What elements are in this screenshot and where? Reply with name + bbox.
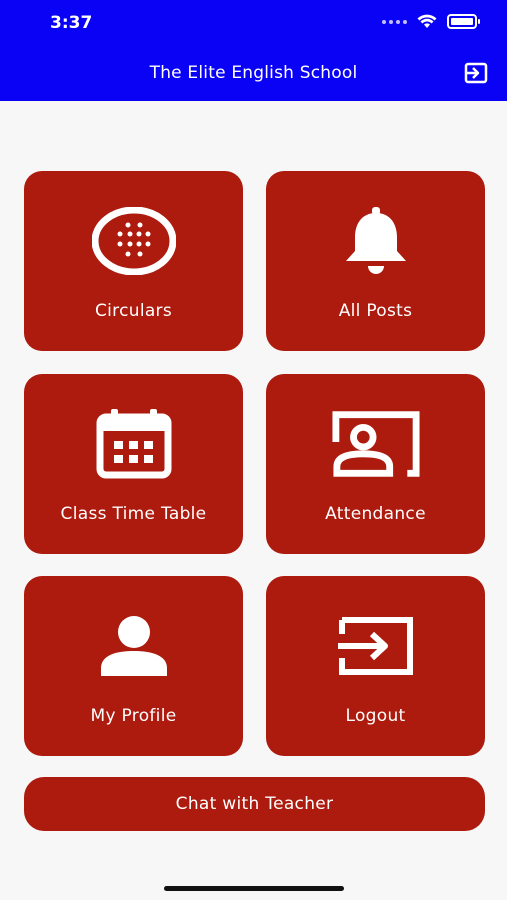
tile-all-posts[interactable]: All Posts: [266, 171, 485, 351]
attendance-board-icon: [331, 408, 421, 480]
logout-icon[interactable]: [463, 61, 489, 85]
tile-my-profile[interactable]: My Profile: [24, 576, 243, 756]
tile-label: Circulars: [94, 301, 173, 321]
wifi-icon: [417, 14, 437, 28]
tile-attendance[interactable]: Attendance: [266, 374, 485, 554]
bell-icon: [331, 205, 421, 277]
app-header: 3:37 The Elite English School: [0, 0, 507, 101]
logout-icon: [331, 610, 421, 682]
person-icon: [89, 610, 179, 682]
chat-with-teacher-button[interactable]: Chat with Teacher: [24, 777, 485, 831]
circular-dots-icon: [89, 205, 179, 277]
tile-class-time-table[interactable]: Class Time Table: [24, 374, 243, 554]
tile-label: My Profile: [90, 706, 177, 726]
tile-circulars[interactable]: Circulars: [24, 171, 243, 351]
tile-label: All Posts: [338, 301, 413, 321]
status-time: 3:37: [50, 13, 93, 33]
tile-label: Attendance: [325, 504, 426, 524]
tile-logout[interactable]: Logout: [266, 576, 485, 756]
status-icons: [382, 14, 480, 29]
signal-icon: [382, 19, 407, 24]
tile-label: Class Time Table: [60, 504, 207, 524]
battery-icon: [447, 14, 480, 29]
home-indicator[interactable]: [164, 886, 344, 891]
tile-label: Logout: [345, 706, 406, 726]
calendar-icon: [89, 408, 179, 480]
page-title: The Elite English School: [149, 63, 358, 83]
